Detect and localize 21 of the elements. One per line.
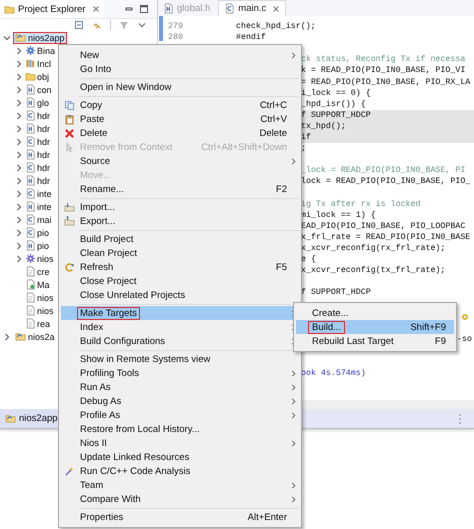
code-line: x_xcvr_reconfig(rx_frl_rate);	[301, 244, 446, 253]
code-line: i_lock == 0) {	[301, 88, 371, 98]
code-line: x_xcvr_reconfig(tx_frl_rate);	[301, 266, 446, 276]
line-number: 279	[168, 22, 183, 32]
code-line: f SUPPORT_HDCP	[301, 110, 371, 120]
code-line: lock = READ_PIO(PIO_IN0_BASE, PIO_	[301, 177, 470, 186]
code-line: ;	[301, 144, 306, 154]
code-line: check_hpd_isr();	[236, 22, 316, 32]
code-line: x_frl_rate = READ_PIO(PIO_IN0_BASE	[301, 232, 470, 242]
code-line: #endif	[236, 33, 266, 42]
code-comment: _lock = READ_PIO(PIO_IN0_BASE, PI	[301, 166, 466, 176]
code-line: k = READ_PIO(PIO_IN0_BASE, PIO_VI	[301, 66, 466, 76]
code-line: EAD_PIO(PIO_IN0_BASE, PIO_LOOPBAC	[301, 222, 466, 231]
code-comment: ig Tx after rx is locked	[301, 200, 420, 209]
code-line: f SUPPORT_HDCP	[301, 288, 371, 298]
code-line: if	[301, 132, 311, 142]
code-line: _hpd_isr()) {	[301, 100, 366, 109]
console-text: -so	[457, 335, 472, 344]
line-number: 280	[168, 33, 183, 42]
code-line: mi_lock == 1) {	[301, 210, 376, 220]
code-line: tx_hpd();	[301, 122, 346, 131]
